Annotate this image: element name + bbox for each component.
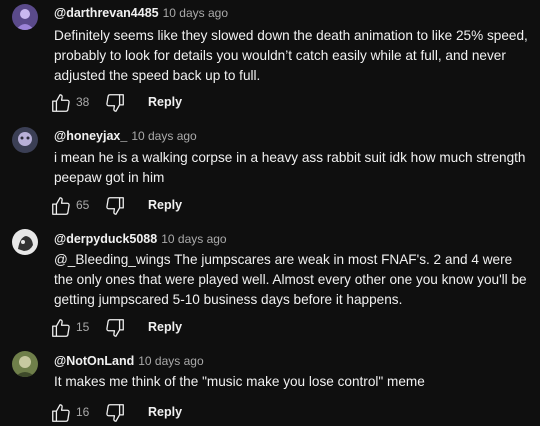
comment-text: @_Bleeding_wings The jumpscares are weak… <box>54 252 527 307</box>
avatar[interactable] <box>12 351 38 377</box>
thumbs-up-icon <box>52 197 70 215</box>
dislike-button[interactable] <box>104 317 126 339</box>
comment-text: Definitely seems like they slowed down t… <box>54 28 528 83</box>
comment-header: @honeyjax_ 10 days ago <box>54 128 197 144</box>
thumbs-down-icon <box>106 197 124 215</box>
comment-header: @NotOnLand 10 days ago <box>54 353 204 369</box>
comment-timestamp[interactable]: 10 days ago <box>161 232 226 246</box>
dislike-button[interactable] <box>104 402 126 424</box>
comment-author[interactable]: @honeyjax_ <box>54 129 127 143</box>
like-count: 38 <box>76 95 90 109</box>
like-count: 15 <box>76 320 90 334</box>
comment-timestamp[interactable]: 10 days ago <box>131 129 196 143</box>
thumbs-up-icon <box>52 319 70 337</box>
comment-timestamp[interactable]: 10 days ago <box>163 6 228 20</box>
comment-text: i mean he is a walking corpse in a heavy… <box>54 150 526 185</box>
reply-button[interactable]: Reply <box>148 198 182 212</box>
comment-author[interactable]: @derpyduck5088 <box>54 232 157 246</box>
reply-button[interactable]: Reply <box>148 405 182 419</box>
avatar[interactable] <box>12 4 38 30</box>
reply-button[interactable]: Reply <box>148 95 182 109</box>
like-button[interactable] <box>50 92 72 114</box>
like-count: 65 <box>76 198 90 212</box>
comment-actions: 38 Reply <box>50 92 350 116</box>
like-button[interactable] <box>50 402 72 424</box>
comment-header: @darthrevan4485 10 days ago <box>54 5 228 21</box>
comment-author[interactable]: @darthrevan4485 <box>54 6 159 20</box>
comment-actions: 16 Reply <box>50 402 350 426</box>
like-button[interactable] <box>50 317 72 339</box>
reply-button[interactable]: Reply <box>148 320 182 334</box>
comment-actions: 65 Reply <box>50 195 350 219</box>
thumbs-down-icon <box>106 94 124 112</box>
avatar[interactable] <box>12 127 38 153</box>
like-count: 16 <box>76 405 90 419</box>
comment-timestamp[interactable]: 10 days ago <box>138 354 203 368</box>
thumbs-up-icon <box>52 404 70 422</box>
thumbs-down-icon <box>106 319 124 337</box>
dislike-button[interactable] <box>104 195 126 217</box>
avatar[interactable] <box>12 229 38 255</box>
thumbs-up-icon <box>52 94 70 112</box>
comment-text: It makes me think of the "music make you… <box>54 374 425 389</box>
comment-author[interactable]: @NotOnLand <box>54 354 134 368</box>
comment-header: @derpyduck5088 10 days ago <box>54 231 227 247</box>
comment-actions: 15 Reply <box>50 317 350 341</box>
thumbs-down-icon <box>106 404 124 422</box>
dislike-button[interactable] <box>104 92 126 114</box>
like-button[interactable] <box>50 195 72 217</box>
